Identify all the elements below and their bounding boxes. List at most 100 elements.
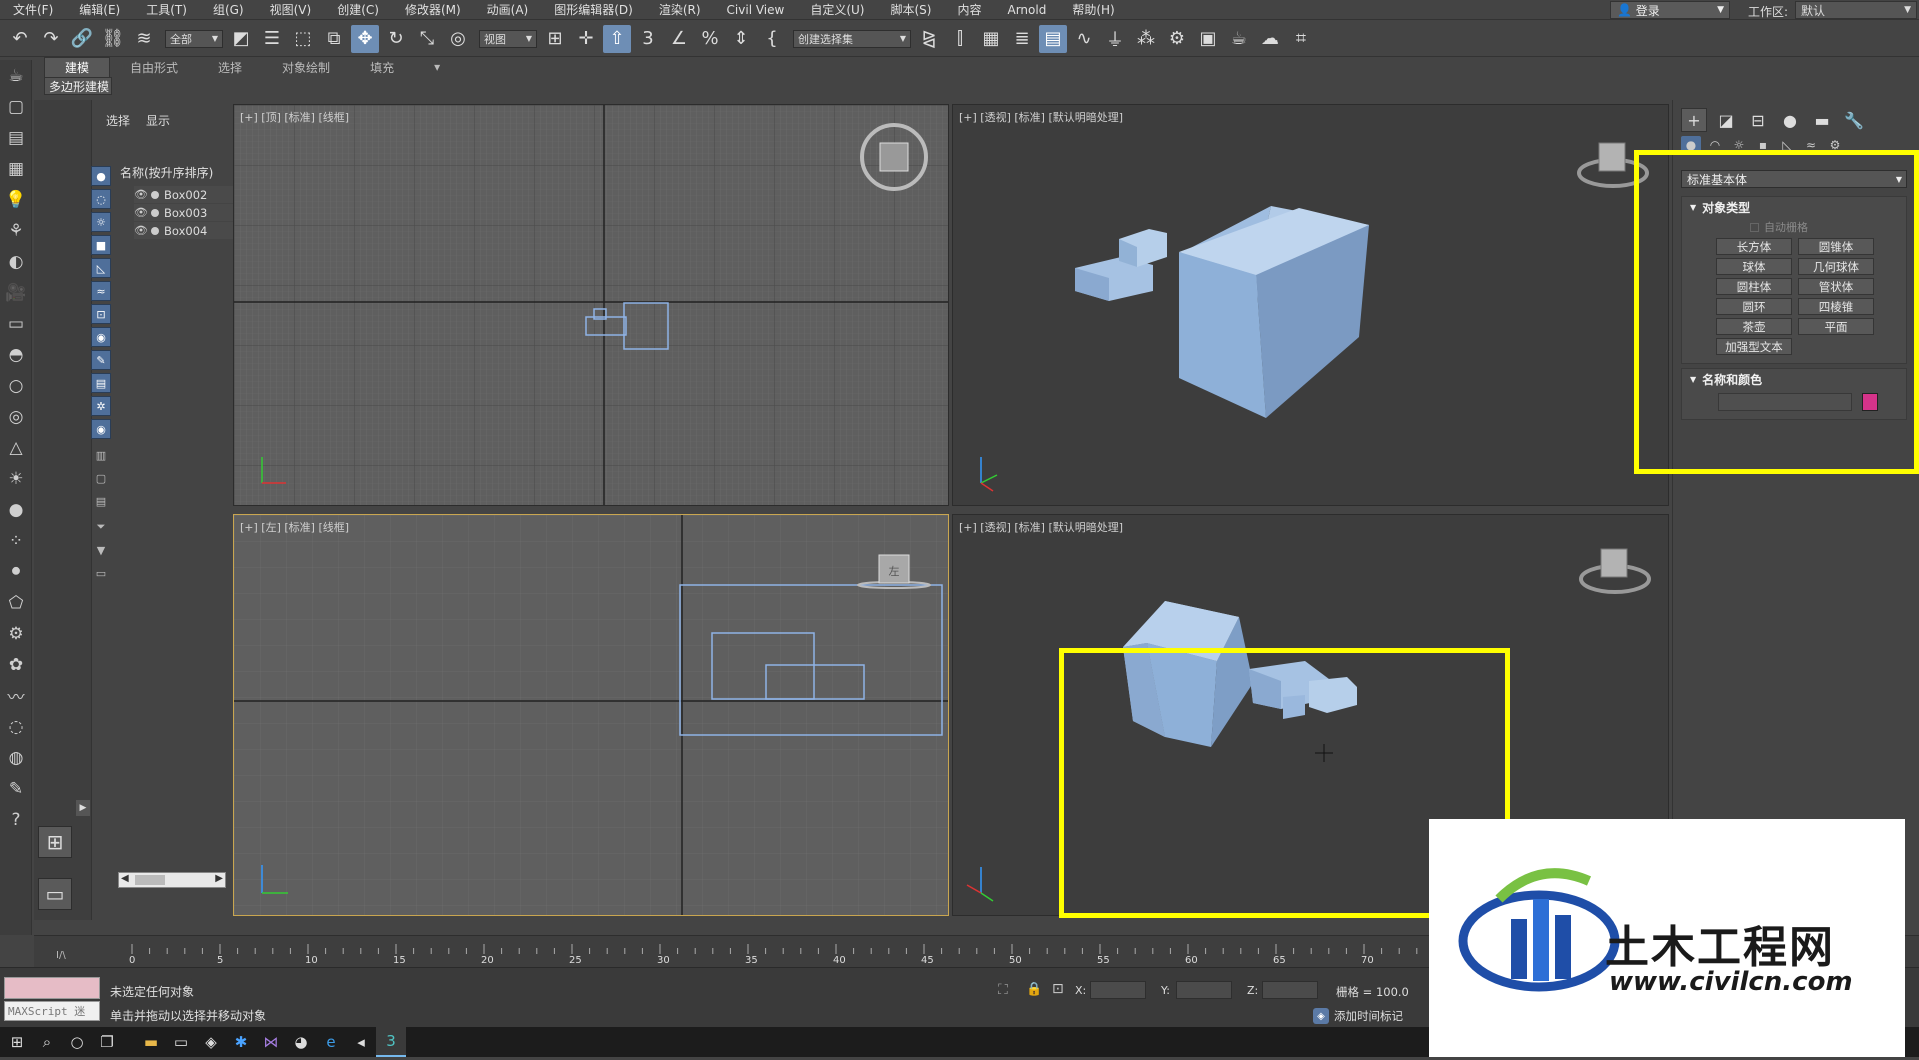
- render-cloud-icon[interactable]: ☁: [1256, 25, 1284, 53]
- camera-icon[interactable]: 🎥: [0, 277, 32, 308]
- gear-icon[interactable]: ⚙: [0, 618, 32, 649]
- manipulate-icon[interactable]: ✛: [572, 25, 600, 53]
- display-tab-icon[interactable]: ▬: [1809, 108, 1835, 132]
- ribbon-tab[interactable]: 建模: [44, 57, 111, 77]
- select-scale-icon[interactable]: ⤡: [413, 25, 441, 53]
- ribbon-options-icon[interactable]: ▾: [414, 57, 460, 77]
- select-by-name-icon[interactable]: ☰: [258, 25, 286, 53]
- a360-icon[interactable]: ⌗: [1287, 25, 1315, 53]
- autogrid-checkbox[interactable]: 自动栅格: [1750, 219, 1906, 235]
- scroll-left-icon[interactable]: ◀: [121, 873, 129, 884]
- viewport-label[interactable]: [+] [左] [标准] [线框]: [240, 519, 349, 535]
- curve-editor-icon[interactable]: ∿: [1070, 25, 1098, 53]
- menu-item[interactable]: 文件(F): [0, 1, 66, 18]
- filter-layers-icon[interactable]: ▭: [91, 563, 111, 583]
- create-panel-icon[interactable]: ▢: [0, 91, 32, 122]
- viewport-top[interactable]: [+] [顶] [标准] [线框]: [233, 104, 949, 506]
- pivot-icon[interactable]: ⊞: [541, 25, 569, 53]
- spacewarp-icon[interactable]: ◐: [0, 246, 32, 277]
- filter-list-icon[interactable]: ▥: [91, 445, 111, 465]
- link-icon[interactable]: 🔗: [68, 25, 96, 53]
- object-type-button[interactable]: 球体: [1716, 258, 1792, 275]
- viewport-perspective-top[interactable]: [+] [透视] [标准] [默认明暗处理]: [952, 104, 1669, 506]
- edge-icon[interactable]: e: [316, 1027, 346, 1057]
- menu-item[interactable]: 脚本(S): [877, 1, 944, 18]
- ball-icon[interactable]: ●: [0, 494, 32, 525]
- render-dot-icon[interactable]: [151, 226, 159, 235]
- viewport-layout-4-icon[interactable]: ⊞: [38, 826, 72, 858]
- material-editor-icon[interactable]: ⁂: [1132, 25, 1160, 53]
- visual-studio-icon[interactable]: ⋈: [256, 1027, 286, 1057]
- ribbon-tab[interactable]: 对象绘制: [262, 57, 350, 77]
- scene-horizontal-scrollbar[interactable]: ◀ ▶: [118, 872, 226, 888]
- named-selection-set[interactable]: 创建选择集 ▼: [793, 29, 911, 48]
- file-explorer-icon[interactable]: ▬: [136, 1027, 166, 1057]
- workspace-select[interactable]: 默认 ▼: [1795, 1, 1917, 19]
- filter-light-icon[interactable]: ☼: [91, 212, 111, 232]
- scrollbar-thumb[interactable]: [135, 875, 165, 885]
- shell-icon[interactable]: ◌: [0, 711, 32, 742]
- menu-item[interactable]: 编辑(E): [66, 1, 133, 18]
- scene-name-header[interactable]: 名称(按升序排序): [120, 164, 213, 181]
- globe-icon[interactable]: ◍: [0, 742, 32, 773]
- window-crossing-icon[interactable]: ⧉: [320, 25, 348, 53]
- menu-item[interactable]: 组(G): [200, 1, 257, 18]
- teapot-icon[interactable]: ☕: [0, 60, 32, 91]
- filter-funnel-icon[interactable]: ▼: [91, 540, 111, 560]
- timeline-key-icon[interactable]: I/\: [56, 950, 66, 961]
- keyboard-shortcut-icon[interactable]: ⇧: [603, 24, 631, 53]
- helpers-icon[interactable]: ◺: [1777, 136, 1797, 154]
- hair-icon[interactable]: 〰: [0, 680, 32, 711]
- name-color-header[interactable]: ▼ 名称和颜色: [1682, 369, 1906, 389]
- ribbon-tab[interactable]: 选择: [198, 57, 262, 77]
- filter-helper-icon[interactable]: ◺: [91, 258, 111, 278]
- utilities-tab-icon[interactable]: 🔧: [1841, 108, 1867, 132]
- maxscript-input[interactable]: MAXScript 迷: [4, 1001, 100, 1021]
- cameras-icon[interactable]: ▪: [1753, 136, 1773, 154]
- menu-item[interactable]: Civil View: [714, 3, 798, 17]
- eye-icon[interactable]: 👁: [134, 224, 148, 237]
- scroll-right-icon[interactable]: ▶: [215, 873, 223, 884]
- media-icon[interactable]: ◂: [346, 1027, 376, 1057]
- x-coordinate-input[interactable]: [1090, 981, 1146, 999]
- render-icon[interactable]: ☕: [1225, 25, 1253, 53]
- absolute-mode-icon[interactable]: ⊡: [1052, 981, 1064, 997]
- helper-icon[interactable]: ⚘: [0, 215, 32, 246]
- place-icon[interactable]: ◎: [444, 25, 472, 53]
- cortana-icon[interactable]: ○: [62, 1027, 92, 1057]
- object-type-button[interactable]: 平面: [1798, 318, 1874, 335]
- object-type-button[interactable]: 圆环: [1716, 298, 1792, 315]
- percent-snap-icon[interactable]: %: [696, 25, 724, 53]
- tab-display[interactable]: 显示: [146, 112, 170, 129]
- dynamics-icon[interactable]: ⚫: [0, 556, 32, 587]
- filter-all-icon[interactable]: ▢: [91, 468, 111, 488]
- isolate-icon[interactable]: ⛶: [998, 982, 1008, 998]
- menu-item[interactable]: 创建(C): [324, 1, 392, 18]
- bind-space-warp-icon[interactable]: ≋: [130, 25, 158, 53]
- help-icon[interactable]: ?: [0, 804, 32, 835]
- object-type-header[interactable]: ▼ 对象类型: [1682, 197, 1906, 217]
- z-coordinate-input[interactable]: [1262, 981, 1318, 999]
- layer-manager-icon[interactable]: ▦: [977, 25, 1005, 53]
- unlink-icon[interactable]: ⛓: [99, 25, 127, 53]
- filter-group-icon[interactable]: ⊡: [91, 304, 111, 324]
- ribbon-tab[interactable]: 填充: [350, 57, 414, 77]
- align-icon[interactable]: ⫿: [946, 25, 974, 53]
- filter-hidden-icon[interactable]: ◉: [91, 419, 111, 439]
- menu-item[interactable]: 帮助(H): [1059, 1, 1127, 18]
- windows-start-icon[interactable]: ⊞: [2, 1027, 32, 1057]
- menu-item[interactable]: 视图(V): [257, 1, 325, 18]
- mirror-icon[interactable]: ⧎: [915, 25, 943, 53]
- motion-tab-icon[interactable]: ●: [1777, 108, 1803, 132]
- viewport-layout-1-icon[interactable]: ▭: [38, 878, 72, 910]
- filter-geometry-icon[interactable]: ●: [91, 166, 111, 186]
- mesh-icon[interactable]: ⬠: [0, 587, 32, 618]
- object-type-button[interactable]: 圆锥体: [1798, 238, 1874, 255]
- sphere-icon[interactable]: ○: [0, 370, 32, 401]
- hemisphere-icon[interactable]: ◓: [0, 339, 32, 370]
- y-coordinate-input[interactable]: [1176, 981, 1232, 999]
- systems-icon[interactable]: ⚙: [1825, 136, 1845, 154]
- menu-item[interactable]: 内容: [944, 1, 994, 18]
- filter-frozen-icon[interactable]: ✲: [91, 396, 111, 416]
- menu-item[interactable]: 自定义(U): [797, 1, 877, 18]
